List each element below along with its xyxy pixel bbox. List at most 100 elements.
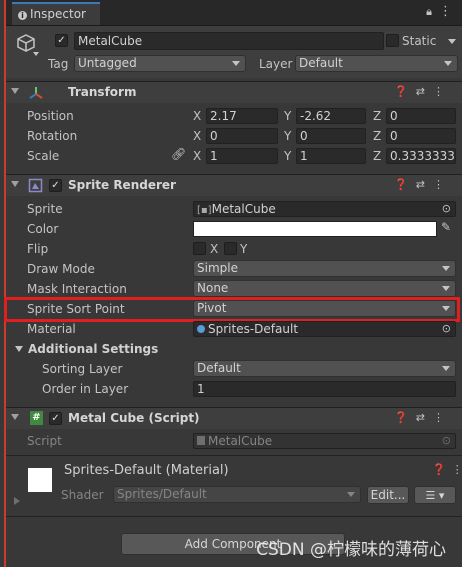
sprite-asset-icon: [▪] bbox=[197, 205, 212, 216]
color-label: Color bbox=[27, 222, 59, 236]
script-label: Script bbox=[27, 434, 62, 448]
layer-label: Layer bbox=[259, 57, 293, 71]
sprite-value: MetalCube bbox=[211, 202, 276, 216]
rotation-label: Rotation bbox=[27, 129, 78, 143]
scale-x-input[interactable]: 1 bbox=[206, 148, 278, 164]
material-preview-swatch bbox=[28, 468, 52, 492]
rotation-x-axis-label[interactable]: X bbox=[193, 128, 201, 144]
info-icon: i bbox=[18, 11, 27, 20]
sorting-layer-dropdown[interactable]: Default bbox=[193, 360, 456, 377]
chevron-down-icon bbox=[347, 492, 355, 497]
flip-label: Flip bbox=[27, 242, 49, 256]
transform-title: Transform bbox=[68, 85, 137, 99]
material-object-field[interactable]: Sprites-Default ⊙ bbox=[193, 321, 456, 337]
chevron-down-icon bbox=[442, 366, 450, 371]
script-enabled-checkbox[interactable]: ✓ bbox=[49, 412, 62, 425]
tag-label: Tag bbox=[48, 57, 69, 71]
foldout-arrow-icon[interactable] bbox=[11, 181, 19, 187]
component-header-icons[interactable]: ❓⇄⋮ bbox=[394, 85, 452, 98]
transform-header[interactable]: Transform ❓⇄⋮ bbox=[6, 81, 462, 103]
gameobject-cube-icon bbox=[17, 34, 35, 52]
rotation-y-axis-label[interactable]: Y bbox=[284, 128, 291, 144]
material-header-icons[interactable]: ❓⋮ bbox=[432, 463, 462, 476]
sorting-layer-label: Sorting Layer bbox=[42, 362, 123, 376]
flip-y-checkbox[interactable] bbox=[224, 242, 237, 255]
tag-value: Untagged bbox=[78, 56, 137, 70]
position-z-input[interactable]: 0 bbox=[386, 108, 456, 124]
additional-settings-foldout-icon[interactable] bbox=[15, 346, 23, 352]
shader-dropdown[interactable]: Sprites/Default bbox=[113, 486, 361, 503]
tab-menu-icon[interactable]: ⋮ bbox=[439, 4, 452, 19]
object-picker-icon: ⊙ bbox=[441, 434, 451, 447]
tag-dropdown[interactable]: Untagged bbox=[74, 55, 246, 72]
object-picker-icon[interactable]: ⊙ bbox=[442, 202, 451, 216]
sprite-renderer-icon bbox=[28, 178, 43, 193]
draw-mode-dropdown[interactable]: Simple bbox=[193, 260, 456, 277]
tab-inspector-label: Inspector bbox=[30, 7, 86, 21]
material-title: Sprites-Default (Material) bbox=[64, 463, 229, 478]
link-icon[interactable]: 🔗︎ bbox=[171, 147, 186, 161]
scale-z-input[interactable]: 0.3333333 bbox=[386, 148, 456, 164]
foldout-arrow-icon[interactable] bbox=[11, 414, 19, 420]
position-label: Position bbox=[27, 109, 74, 123]
position-y-axis-label[interactable]: Y bbox=[284, 108, 291, 124]
material-separator bbox=[6, 455, 462, 456]
color-swatch[interactable] bbox=[193, 221, 437, 237]
icon-dropdown-icon[interactable] bbox=[33, 52, 39, 56]
sorting-layer-value: Default bbox=[197, 361, 241, 375]
chevron-down-icon bbox=[442, 286, 450, 291]
scale-label: Scale bbox=[27, 149, 60, 163]
component-header-icons[interactable]: ❓⇄⋮ bbox=[394, 178, 452, 191]
sprite-renderer-header[interactable]: ✓ Sprite Renderer ❓⇄⋮ bbox=[6, 174, 462, 196]
material-label: Material bbox=[27, 322, 76, 336]
script-asset-icon bbox=[197, 436, 205, 445]
position-x-input[interactable]: 2.17 bbox=[206, 108, 278, 124]
draw-mode-label: Draw Mode bbox=[27, 262, 95, 276]
object-name-input[interactable]: MetalCube bbox=[74, 32, 384, 50]
chevron-down-icon bbox=[442, 266, 450, 271]
component-header-icons[interactable]: ❓⇄⋮ bbox=[394, 411, 452, 424]
position-y-input[interactable]: -2.62 bbox=[296, 108, 366, 124]
material-value: Sprites-Default bbox=[208, 322, 299, 336]
edit-shader-button[interactable]: Edit... bbox=[367, 486, 409, 504]
static-checkbox[interactable] bbox=[386, 34, 399, 47]
tab-inspector[interactable]: i Inspector bbox=[12, 2, 100, 25]
position-z-axis-label[interactable]: Z bbox=[373, 108, 381, 124]
object-picker-icon[interactable]: ⊙ bbox=[442, 322, 451, 336]
order-in-layer-input[interactable]: 1 bbox=[193, 381, 456, 397]
rotation-x-input[interactable]: 0 bbox=[206, 128, 278, 144]
object-header: ✓ MetalCube Static Tag Untagged Layer De… bbox=[6, 26, 462, 78]
shader-value: Sprites/Default bbox=[117, 487, 207, 501]
sprite-label: Sprite bbox=[27, 202, 63, 216]
order-in-layer-label: Order in Layer bbox=[42, 382, 129, 396]
rotation-y-input[interactable]: 0 bbox=[296, 128, 366, 144]
lock-icon[interactable]: 🔒︎ bbox=[426, 5, 432, 19]
rotation-z-input[interactable]: 0 bbox=[386, 128, 456, 144]
scale-z-axis-label[interactable]: Z bbox=[373, 148, 381, 164]
script-component-header[interactable]: # ✓ Metal Cube (Script) ❓⇄⋮ bbox=[6, 407, 462, 429]
additional-settings-label[interactable]: Additional Settings bbox=[28, 341, 158, 357]
shader-options-button[interactable]: ☰ ▾ bbox=[414, 486, 456, 504]
flip-x-checkbox[interactable] bbox=[193, 242, 206, 255]
static-dropdown-icon[interactable] bbox=[448, 39, 456, 44]
scale-x-axis-label[interactable]: X bbox=[193, 148, 201, 164]
scale-y-input[interactable]: 1 bbox=[296, 148, 366, 164]
layer-dropdown[interactable]: Default bbox=[295, 55, 458, 72]
foldout-arrow-icon[interactable] bbox=[11, 88, 19, 94]
eyedropper-icon[interactable]: ✎ bbox=[441, 220, 451, 234]
material-sphere-icon bbox=[197, 325, 205, 333]
sprite-renderer-enabled-checkbox[interactable]: ✓ bbox=[49, 179, 62, 192]
script-object-field: MetalCube ⊙ bbox=[193, 433, 456, 449]
script-component-title: Metal Cube (Script) bbox=[68, 411, 200, 425]
rotation-z-axis-label[interactable]: Z bbox=[373, 128, 381, 144]
flip-y-label: Y bbox=[240, 242, 248, 256]
active-checkbox[interactable]: ✓ bbox=[55, 34, 68, 47]
list-menu-icon: ☰ ▾ bbox=[425, 489, 445, 502]
position-x-axis-label[interactable]: X bbox=[193, 108, 201, 124]
flip-x-label: X bbox=[210, 242, 219, 256]
layer-value: Default bbox=[299, 56, 343, 70]
scale-y-axis-label[interactable]: Y bbox=[284, 148, 291, 164]
mask-interaction-dropdown[interactable]: None bbox=[193, 280, 456, 297]
material-foldout-icon[interactable] bbox=[14, 497, 20, 505]
sprite-object-field[interactable]: [▪]MetalCube ⊙ bbox=[193, 201, 456, 217]
